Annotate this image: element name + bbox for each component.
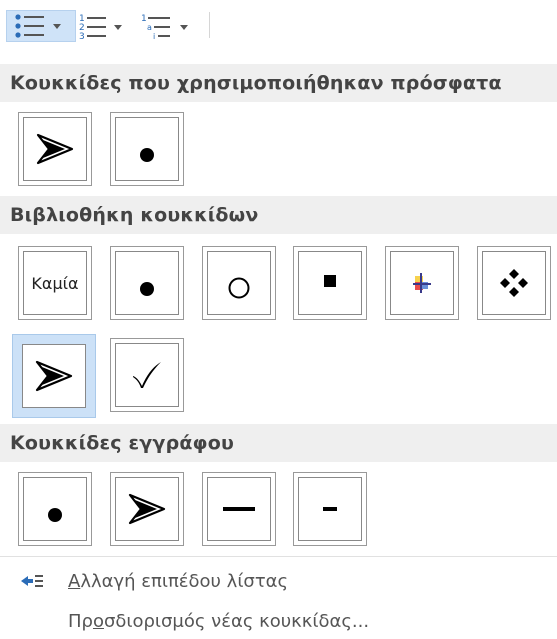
bullet-preview <box>298 251 362 315</box>
multilevel-list-button[interactable]: 1 a i <box>140 10 204 44</box>
define-new-bullet-item[interactable]: Προσδιορισμός νέας κουκκίδας... <box>0 603 557 639</box>
short-dash-icon <box>323 507 337 511</box>
arrowhead-icon <box>128 493 166 525</box>
bullet-dot[interactable] <box>110 246 184 320</box>
svg-text:a: a <box>147 23 152 32</box>
bullet-colored-cross[interactable] <box>385 246 459 320</box>
bullet-preview <box>115 343 179 407</box>
toolbar-divider <box>209 12 210 38</box>
none-label: Καμία <box>31 273 79 293</box>
svg-text:i: i <box>153 32 155 41</box>
change-list-level-icon <box>21 575 43 587</box>
bullet-none[interactable]: Καμία <box>18 246 92 320</box>
filled-circle-icon <box>140 148 154 162</box>
bullet-dot-recent[interactable] <box>110 112 184 186</box>
colored-cross-icon <box>413 273 431 293</box>
svg-text:1: 1 <box>141 14 147 24</box>
arrowhead-icon <box>35 360 73 392</box>
arrowhead-icon <box>36 133 74 165</box>
bullet-hollow-circle[interactable] <box>202 246 276 320</box>
chevron-down-icon[interactable] <box>53 23 61 29</box>
bullet-arrowhead-recent[interactable] <box>18 112 92 186</box>
four-diamonds-icon <box>500 269 528 297</box>
chevron-down-icon[interactable] <box>180 24 188 30</box>
bullet-preview <box>23 117 87 181</box>
svg-text:3: 3 <box>79 32 85 42</box>
bullet-library-header: Βιβλιοθήκη κουκκίδων <box>0 196 557 234</box>
bullets-button[interactable] <box>6 10 76 42</box>
bullet-arrowhead-document[interactable] <box>110 472 184 546</box>
bullet-preview: Καμία <box>23 251 87 315</box>
bullet-dot-document[interactable] <box>18 472 92 546</box>
bullet-preview <box>482 251 546 315</box>
bullet-short-dash[interactable] <box>293 472 367 546</box>
bullet-list-icon <box>15 14 44 38</box>
bullet-preview <box>115 117 179 181</box>
bullet-preview <box>115 251 179 315</box>
hollow-circle-icon <box>228 277 250 299</box>
chevron-down-icon[interactable] <box>114 24 122 30</box>
bullet-preview <box>22 344 86 408</box>
bullet-arrowhead-selected[interactable] <box>12 334 96 418</box>
change-list-level-label: Αλλαγή επιπέδου λίστας <box>68 570 289 592</box>
filled-square-icon <box>324 275 336 287</box>
bullet-preview <box>23 477 87 541</box>
bullet-preview <box>207 477 271 541</box>
bullet-long-dash[interactable] <box>202 472 276 546</box>
bullet-preview <box>390 251 454 315</box>
bullet-checkmark[interactable] <box>110 338 184 412</box>
numbering-button[interactable]: 1 2 3 <box>78 10 136 44</box>
checkmark-icon <box>133 362 161 388</box>
long-dash-icon <box>223 507 255 511</box>
bullet-preview <box>207 251 271 315</box>
bullet-preview <box>298 477 362 541</box>
filled-circle-icon <box>140 282 154 296</box>
menu-divider <box>0 556 557 557</box>
multilevel-list-icon: 1 a i <box>141 14 170 41</box>
define-new-bullet-label: Προσδιορισμός νέας κουκκίδας... <box>68 610 370 632</box>
bullet-square[interactable] <box>293 246 367 320</box>
change-list-level-item[interactable]: Αλλαγή επιπέδου λίστας <box>0 563 557 599</box>
bullet-diamonds[interactable] <box>477 246 551 320</box>
document-bullets-header: Κουκκίδες εγγράφου <box>0 424 557 462</box>
recent-bullets-header: Κουκκίδες που χρησιμοποιήθηκαν πρόσφατα <box>0 64 557 102</box>
filled-circle-icon <box>48 508 62 522</box>
numbered-list-icon: 1 2 3 <box>79 14 106 42</box>
bullet-preview <box>115 477 179 541</box>
list-toolbar: 1 2 3 1 a i <box>0 0 557 64</box>
